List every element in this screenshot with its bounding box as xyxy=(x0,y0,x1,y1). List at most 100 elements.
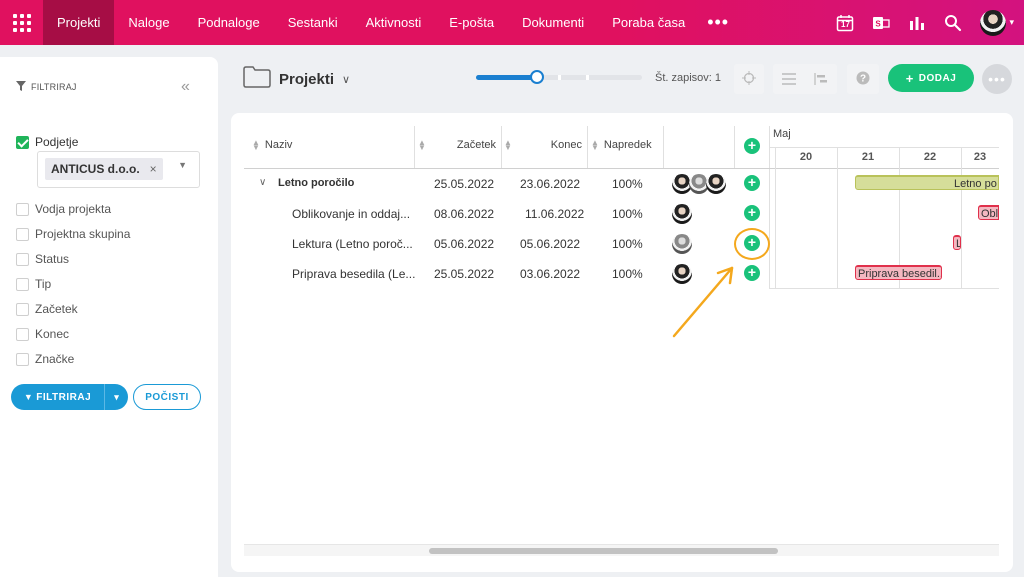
nav-item-podnaloge[interactable]: Podnaloge xyxy=(184,0,274,45)
nav-item-projekti[interactable]: Projekti xyxy=(43,0,115,45)
filter-item[interactable]: Značke xyxy=(16,352,74,366)
column-header-zacetek[interactable]: ▲ ▼ Začetek xyxy=(418,138,498,153)
zoom-tick xyxy=(586,75,589,80)
bar-chart-icon[interactable] xyxy=(908,14,926,32)
add-button[interactable]: + DODAJ xyxy=(888,64,974,92)
horizontal-scrollbar[interactable] xyxy=(244,544,999,556)
chevron-down-icon: ▾ xyxy=(1009,17,1014,27)
gantt-view-icon[interactable] xyxy=(805,73,837,85)
client-select[interactable]: ANTICUS d.o.o. × ▼ xyxy=(37,151,200,188)
table-row-name[interactable]: Oblikovanje in oddaj... xyxy=(292,207,410,221)
scrollbar-thumb[interactable] xyxy=(429,548,778,554)
filter-item[interactable]: Začetek xyxy=(16,302,78,316)
gantt-bar[interactable]: L xyxy=(953,235,961,250)
outlook-icon[interactable]: S xyxy=(872,14,891,32)
sort-icon: ▲ ▼ xyxy=(252,138,260,153)
filter-item[interactable]: Konec xyxy=(16,327,69,341)
crosshair-icon xyxy=(742,70,756,88)
gantt-bar-label: Letno po xyxy=(954,178,997,190)
expand-icon[interactable]: ∨ xyxy=(259,177,266,188)
table-row-name[interactable]: Priprava besedila (Le... xyxy=(292,267,415,281)
table-row-name[interactable]: Letno poročilo xyxy=(278,177,354,189)
filter-button-label: FILTRIRAJ xyxy=(36,391,92,403)
nav-item-eposta[interactable]: E-pošta xyxy=(435,0,508,45)
list-view-icon[interactable] xyxy=(773,73,805,85)
filter-client[interactable]: Podjetje xyxy=(16,135,78,149)
checkbox[interactable] xyxy=(16,327,29,341)
checkbox-checked[interactable] xyxy=(16,135,29,149)
column-header-konec[interactable]: ▲ ▼ Konec xyxy=(504,139,584,152)
checkbox[interactable] xyxy=(16,277,29,291)
help-button[interactable]: ? xyxy=(847,64,879,94)
filter-button-main[interactable]: ▼ FILTRIRAJ xyxy=(11,392,104,403)
search-icon[interactable] xyxy=(944,14,962,32)
column-header-naziv[interactable]: ▲ ▼ Naziv xyxy=(252,138,293,153)
chevron-down-icon: ∨ xyxy=(342,73,351,86)
gantt-bar[interactable]: Priprava besedil... xyxy=(855,265,942,280)
add-subtask-button[interactable]: + xyxy=(744,175,760,191)
dropdown-arrow-icon[interactable]: ▼ xyxy=(178,160,187,170)
column-header-napredek[interactable]: ▲ ▼ Napredek xyxy=(591,138,652,153)
gantt-bar[interactable]: Letno po xyxy=(855,175,999,190)
annotation-arrow xyxy=(672,266,734,338)
filter-icon xyxy=(16,81,26,93)
column-header-label: Konec xyxy=(550,139,582,151)
collapse-sidebar-icon[interactable]: « xyxy=(181,78,190,96)
filter-button[interactable]: ▼ FILTRIRAJ ▾ xyxy=(11,384,128,410)
gantt-bar[interactable]: Obli xyxy=(978,205,999,220)
gantt-day: 20 xyxy=(799,151,813,163)
table-row-start: 05.06.2022 xyxy=(434,237,495,251)
table-row-name[interactable]: Lektura (Letno poroč... xyxy=(292,237,413,251)
zoom-slider-knob[interactable] xyxy=(530,70,545,84)
apps-grid-icon[interactable] xyxy=(0,0,43,45)
filter-item[interactable]: Vodja projekta xyxy=(16,202,111,216)
add-column-button[interactable]: + xyxy=(744,138,760,154)
page-title[interactable]: Projekti ∨ xyxy=(243,66,350,92)
checkbox[interactable] xyxy=(16,252,29,266)
add-subtask-button[interactable]: + xyxy=(744,205,760,221)
nav-item-aktivnosti[interactable]: Aktivnosti xyxy=(352,0,436,45)
remove-tag-icon[interactable]: × xyxy=(150,162,157,176)
gantt-month: Maj xyxy=(773,128,791,140)
divider xyxy=(414,126,415,168)
table-row-start: 25.05.2022 xyxy=(434,267,495,281)
filter-item[interactable]: Status xyxy=(16,252,69,266)
plus-icon: + xyxy=(905,70,914,86)
checkbox[interactable] xyxy=(16,227,29,241)
sort-icon: ▲ ▼ xyxy=(591,138,599,153)
clear-button[interactable]: POČISTI xyxy=(133,384,201,410)
checkbox[interactable] xyxy=(16,352,29,366)
calendar-day: 17 xyxy=(841,19,850,29)
column-header-label: Naziv xyxy=(264,139,293,151)
nav-item-naloge[interactable]: Naloge xyxy=(114,0,183,45)
divider xyxy=(501,126,502,168)
chevron-down-icon[interactable]: ▾ xyxy=(104,384,128,410)
calendar-icon[interactable]: 17 xyxy=(836,14,854,32)
checkbox[interactable] xyxy=(16,202,29,216)
filter-title: FILTRIRAJ xyxy=(16,81,77,93)
add-subtask-button[interactable]: + xyxy=(744,265,760,281)
filter-item[interactable]: Projektna skupina xyxy=(16,227,130,241)
nav-item-sestanki[interactable]: Sestanki xyxy=(274,0,352,45)
client-tag-label: ANTICUS d.o.o. xyxy=(51,162,140,176)
table-row-end: 05.06.2022 xyxy=(520,237,581,251)
more-options-button[interactable]: ••• xyxy=(982,64,1012,94)
nav-more-button[interactable]: ••• xyxy=(699,12,737,33)
filter-item[interactable]: Tip xyxy=(16,277,51,291)
page-title-label: Projekti xyxy=(279,70,335,88)
sort-icon: ▲ ▼ xyxy=(418,138,426,153)
crosshair-button[interactable] xyxy=(734,64,764,94)
nav-item-poraba-casa[interactable]: Poraba časa xyxy=(598,0,699,45)
divider xyxy=(769,288,999,289)
divider xyxy=(663,126,664,168)
checkbox[interactable] xyxy=(16,302,29,316)
table-row-progress: 100% xyxy=(612,177,643,191)
highlight-circle xyxy=(734,228,770,260)
nav-right-tools: 17 S ▾ xyxy=(836,0,1014,45)
divider xyxy=(244,168,999,169)
user-menu[interactable]: ▾ xyxy=(980,9,1014,36)
avatar xyxy=(672,234,692,254)
nav-item-dokumenti[interactable]: Dokumenti xyxy=(508,0,598,45)
zoom-slider[interactable] xyxy=(476,70,642,84)
filter-label: Konec xyxy=(35,327,70,341)
